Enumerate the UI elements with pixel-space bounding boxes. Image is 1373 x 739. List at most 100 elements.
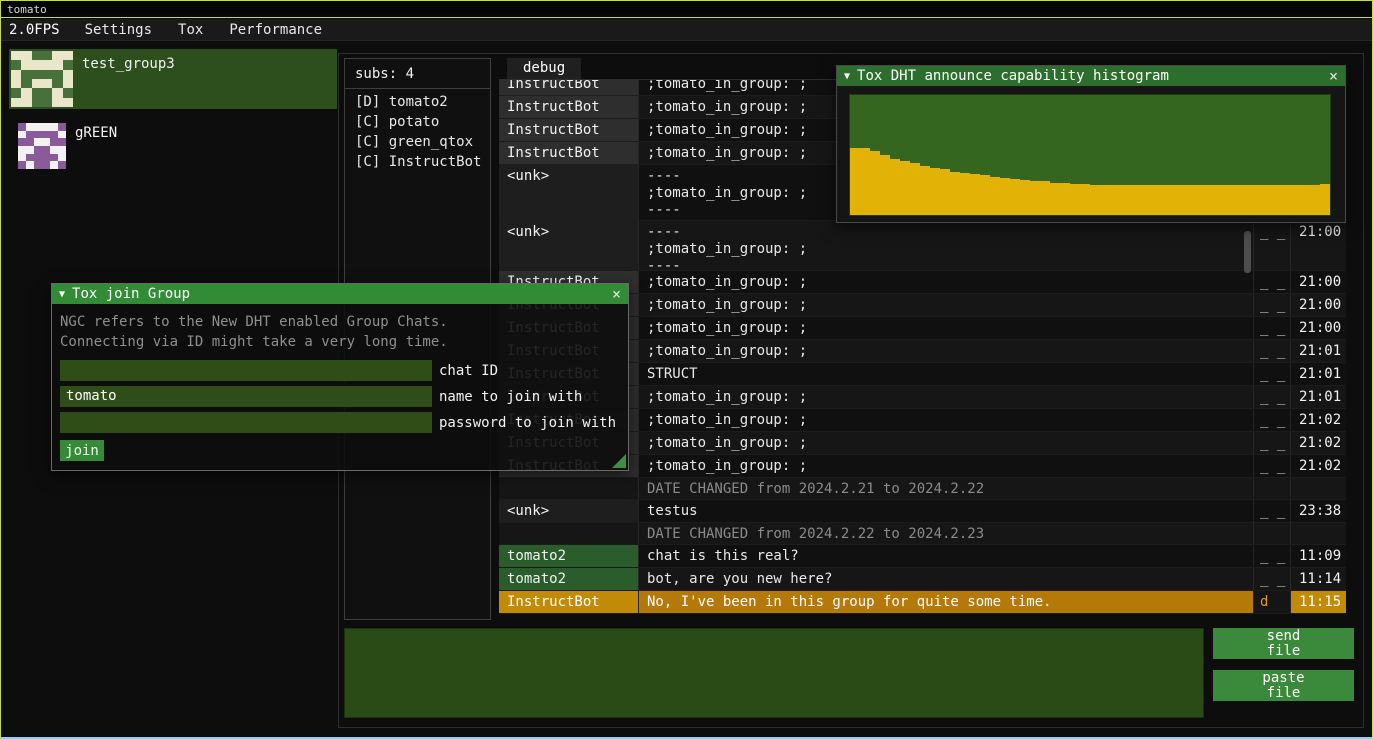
message-timestamp: 21:00 <box>1291 271 1346 293</box>
chat-message-row[interactable]: <unk>testus_ _23:38 <box>499 500 1346 523</box>
message-timestamp: 21:01 <box>1291 340 1346 362</box>
menu-performance[interactable]: Performance <box>216 19 335 40</box>
histogram-plot <box>849 94 1331 216</box>
message-input[interactable] <box>344 628 1204 718</box>
message-text: ;tomato_in_group: ; <box>639 271 1254 293</box>
histogram-bar <box>1290 185 1300 215</box>
message-timestamp: 11:09 <box>1291 545 1346 567</box>
message-timestamp: 21:00 <box>1291 221 1346 270</box>
collapse-icon[interactable]: ▼ <box>844 71 850 82</box>
histogram-bar <box>1130 185 1140 215</box>
histogram-bar <box>980 175 990 215</box>
histogram-bar <box>910 163 920 215</box>
chat-message-row[interactable]: InstructBotNo, I've been in this group f… <box>499 591 1346 614</box>
histogram-bar <box>1090 185 1100 215</box>
chat-id-input[interactable] <box>60 360 432 381</box>
message-timestamp <box>1291 478 1346 499</box>
histogram-bar <box>870 151 880 215</box>
send-file-button[interactable]: send file <box>1213 628 1354 659</box>
message-sender <box>499 523 639 544</box>
message-timestamp: 21:02 <box>1291 409 1346 431</box>
histogram-bar <box>1060 183 1070 215</box>
histogram-bar <box>950 172 960 215</box>
dht-histogram-titlebar[interactable]: ▼ Tox DHT announce capability histogram … <box>837 66 1345 86</box>
message-timestamp: 21:01 <box>1291 363 1346 385</box>
chat-message-row[interactable]: <unk>---- ;tomato_in_group: ; ----_ _21:… <box>499 221 1346 271</box>
histogram-bar <box>890 159 900 215</box>
histogram-bar <box>920 166 930 215</box>
chat-message-row[interactable]: tomato2chat is this real?_ _11:09 <box>499 545 1346 568</box>
histogram-bar <box>930 168 940 215</box>
chat-scrollbar-thumb[interactable] <box>1244 231 1251 273</box>
member-item[interactable]: [C] potato <box>345 109 490 129</box>
join-field-row: chat ID <box>60 360 620 381</box>
group-name: test_group3 <box>82 51 175 107</box>
members-header: subs: 4 <box>345 59 490 89</box>
message-status-flags: _ _ <box>1254 500 1291 522</box>
paste-file-label-1: paste <box>1262 671 1304 686</box>
send-file-label-1: send <box>1267 629 1301 644</box>
join-field-row: tomato name to join with <box>60 386 620 407</box>
histogram-bar <box>990 177 1000 215</box>
histogram-bar <box>880 155 890 215</box>
histogram-bar <box>1320 184 1330 215</box>
collapse-icon[interactable]: ▼ <box>59 289 65 300</box>
group-item-gREEN[interactable]: gREEN <box>9 118 337 178</box>
message-sender: <unk> <box>499 500 639 522</box>
member-item[interactable]: [C] InstructBot <box>345 149 490 169</box>
message-sender: tomato2 <box>499 568 639 590</box>
histogram-bar <box>900 161 910 215</box>
group-avatar <box>11 51 73 107</box>
chat-id-label: chat ID <box>439 363 498 379</box>
histogram-bar <box>1180 185 1190 215</box>
histogram-bar <box>1250 185 1260 215</box>
join-group-titlebar[interactable]: ▼ Tox join Group × <box>52 284 628 304</box>
message-text: testus <box>639 500 1254 522</box>
message-sender: <unk> <box>499 165 639 220</box>
histogram-bar <box>1010 179 1020 215</box>
close-icon[interactable]: × <box>1329 67 1338 85</box>
join-name-label: name to join with <box>439 389 582 405</box>
message-text: No, I've been in this group for quite so… <box>639 591 1254 613</box>
message-sender <box>499 478 639 499</box>
message-status-flags <box>1254 523 1291 544</box>
histogram-bar <box>1080 184 1090 215</box>
message-sender: InstructBot <box>499 142 639 164</box>
message-status-flags: _ _ <box>1254 294 1291 316</box>
join-info-line-2: Connecting via ID might take a very long… <box>60 332 620 352</box>
join-password-label: password to join with <box>439 415 616 431</box>
histogram-bar <box>860 148 870 215</box>
group-item-test_group3[interactable]: test_group3 <box>9 49 337 109</box>
resize-grip-icon[interactable] <box>612 454 626 468</box>
message-text: ;tomato_in_group: ; <box>639 386 1254 408</box>
message-timestamp: 21:00 <box>1291 317 1346 339</box>
group-name: gREEN <box>75 120 117 176</box>
join-button[interactable]: join <box>60 440 104 461</box>
member-item[interactable]: [D] tomato2 <box>345 89 490 109</box>
message-status-flags: _ _ <box>1254 363 1291 385</box>
histogram-bar <box>1280 185 1290 215</box>
message-text: ;tomato_in_group: ; <box>639 317 1254 339</box>
histogram-bar <box>1300 185 1310 215</box>
chat-message-row[interactable]: tomato2bot, are you new here?_ _11:14 <box>499 568 1346 591</box>
send-file-label-2: file <box>1267 644 1301 659</box>
message-text: chat is this real? <box>639 545 1254 567</box>
tab-debug[interactable]: debug <box>507 58 581 79</box>
menu-tox[interactable]: Tox <box>165 19 216 40</box>
histogram-bar <box>1230 185 1240 215</box>
message-status-flags: _ _ <box>1254 432 1291 454</box>
histogram-bar <box>1220 185 1230 215</box>
histogram-bar <box>1210 185 1220 215</box>
paste-file-button[interactable]: paste file <box>1213 670 1354 701</box>
menu-settings[interactable]: Settings <box>72 19 165 40</box>
message-text: ---- ;tomato_in_group: ; ---- <box>639 221 1254 270</box>
date-separator-row[interactable]: DATE CHANGED from 2024.2.22 to 2024.2.23 <box>499 523 1346 545</box>
member-item[interactable]: [C] green_qtox <box>345 129 490 149</box>
message-text: ;tomato_in_group: ; <box>639 294 1254 316</box>
date-separator-row[interactable]: DATE CHANGED from 2024.2.21 to 2024.2.22 <box>499 478 1346 500</box>
close-icon[interactable]: × <box>612 285 621 303</box>
dht-histogram-window: ▼ Tox DHT announce capability histogram … <box>836 65 1346 223</box>
join-name-input[interactable]: tomato <box>60 386 432 407</box>
join-password-input[interactable] <box>60 412 432 433</box>
window-titlebar[interactable]: tomato <box>1 1 1372 18</box>
